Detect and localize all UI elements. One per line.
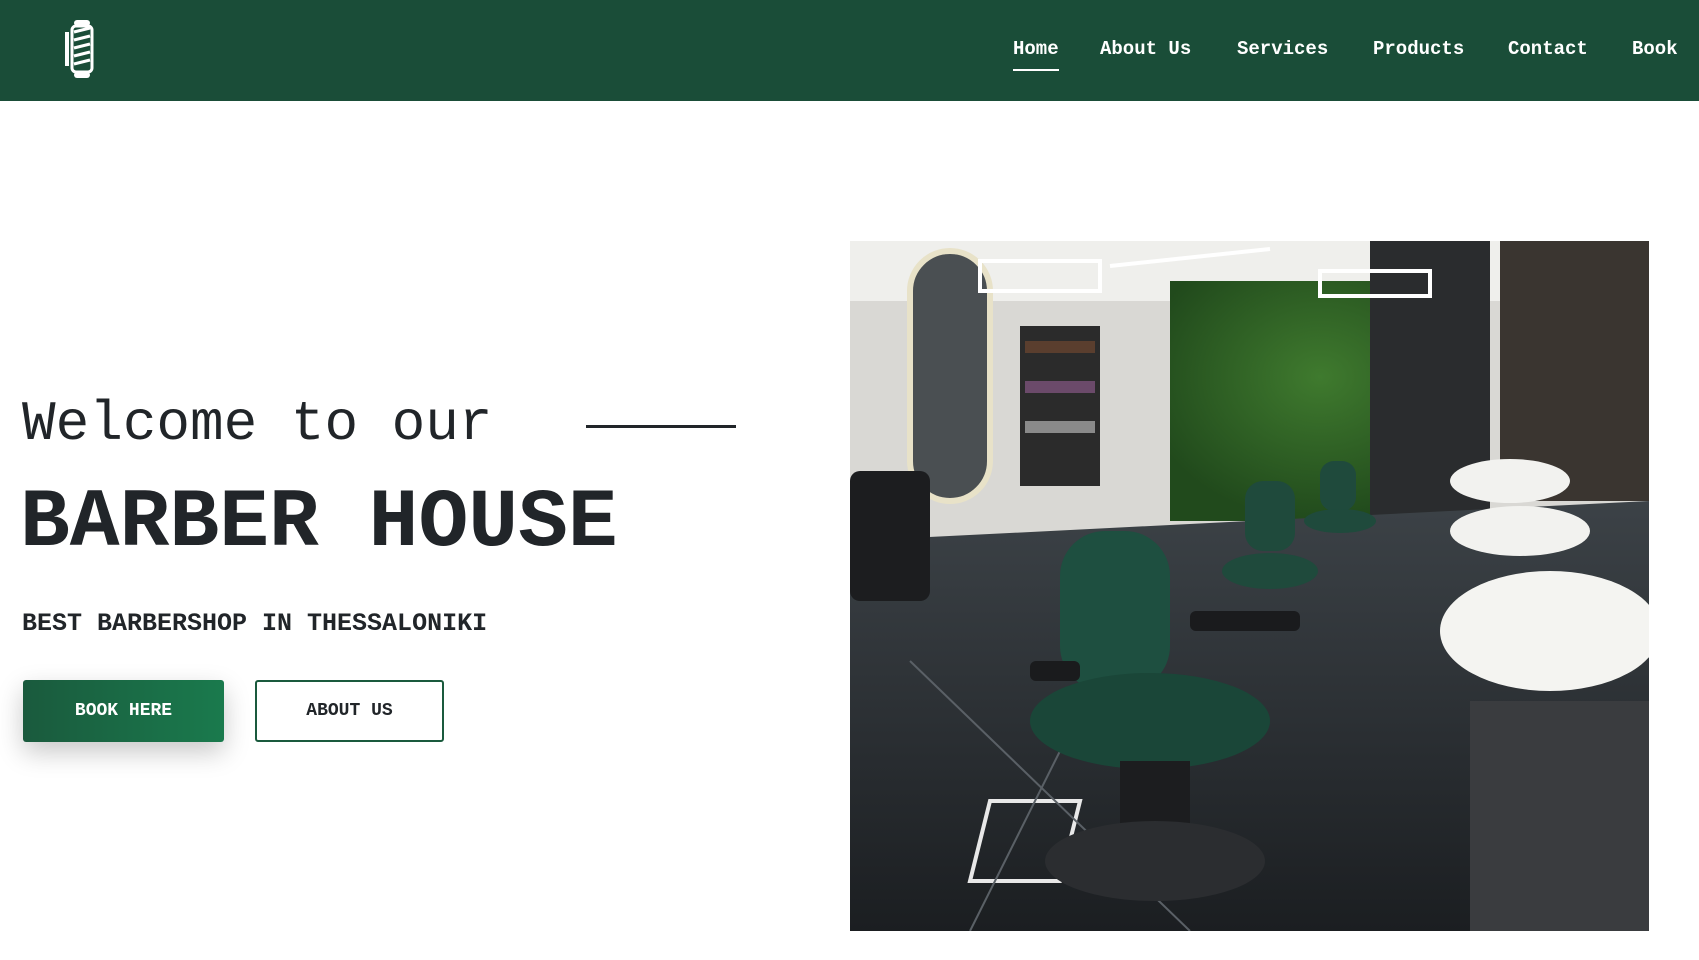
hero-title: BARBER HOUSE	[20, 476, 618, 570]
nav-services[interactable]: Services	[1237, 37, 1328, 61]
nav-about-us[interactable]: About Us	[1100, 37, 1191, 61]
nav-book[interactable]: Book	[1632, 37, 1678, 61]
nav-contact[interactable]: Contact	[1508, 37, 1588, 61]
hero-subtitle: BEST BARBERSHOP IN THESSALONIKI	[22, 609, 488, 638]
nav-home[interactable]: Home	[1013, 37, 1059, 71]
barbershop-interior-photo	[850, 241, 1649, 931]
book-here-button[interactable]: BOOK HERE	[23, 680, 224, 742]
nav-products[interactable]: Products	[1373, 37, 1464, 61]
about-us-button[interactable]: ABOUT US	[255, 680, 444, 742]
main-nav: Home About Us Services Products Contact …	[0, 0, 1699, 101]
hero-welcome-text: Welcome to our	[22, 392, 493, 456]
top-navbar: Home About Us Services Products Contact …	[0, 0, 1699, 101]
hero-decorative-line	[586, 425, 736, 428]
